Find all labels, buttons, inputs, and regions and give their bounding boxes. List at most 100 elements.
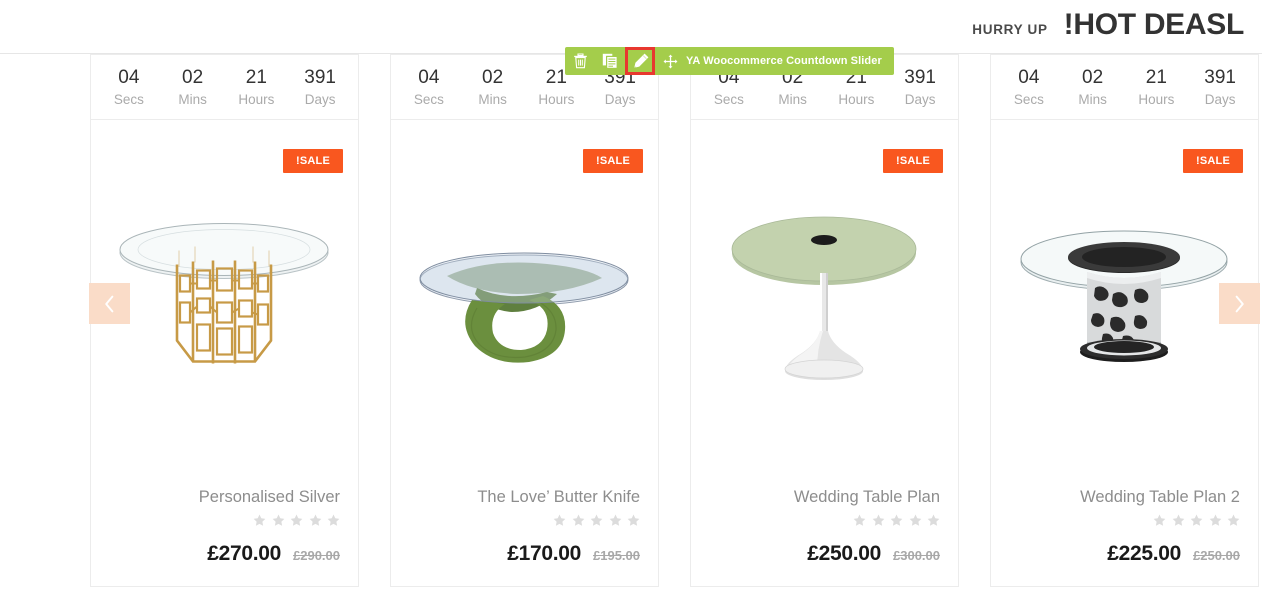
star-icon: [1209, 514, 1221, 527]
rating-stars[interactable]: [109, 514, 340, 528]
current-price: £270.00: [207, 542, 281, 565]
star-icon: [872, 514, 884, 527]
price-row: £170.00 £195.00: [409, 542, 640, 566]
product-title[interactable]: Wedding Table Plan: [709, 486, 940, 508]
price-row: £250.00 £300.00: [709, 542, 940, 566]
trash-icon: [573, 53, 587, 69]
rating-stars[interactable]: [1009, 514, 1240, 528]
star-icon: [1153, 514, 1166, 527]
sale-badge: !SALE: [1183, 149, 1243, 173]
countdown-unit-days: 391 Days: [1189, 66, 1251, 109]
countdown-label: Mins: [1078, 91, 1107, 107]
star-icon: [253, 514, 266, 527]
product-card[interactable]: 04 Secs 02 Mins 21 Hours 391 Days !SALE …: [690, 54, 959, 587]
element-toolbar[interactable]: YA Woocommerce Countdown Slider: [565, 47, 894, 75]
chevron-right-icon: [1235, 295, 1244, 312]
product-card[interactable]: 04 Secs 02 Mins 21 Hours 391 Days !SALE …: [90, 54, 359, 587]
countdown-value: 391: [304, 66, 336, 88]
product-image-area[interactable]: !SALE: [91, 120, 358, 486]
edit-button[interactable]: [625, 47, 655, 75]
countdown-label: Secs: [1013, 91, 1044, 107]
current-price: £170.00: [507, 542, 581, 565]
countdown-unit-secs: 04 Secs: [998, 66, 1060, 109]
star-icon: [572, 514, 584, 527]
countdown-value: 04: [1018, 66, 1040, 88]
star-icon: [272, 514, 284, 527]
countdown-timer: 04 Secs 02 Mins 21 Hours 391 Days: [991, 55, 1258, 120]
star-icon: [590, 514, 603, 527]
countdown-value: 391: [904, 66, 936, 88]
countdown-label: Mins: [778, 91, 807, 107]
countdown-value: 02: [1082, 66, 1104, 88]
countdown-label: Mins: [478, 91, 507, 107]
countdown-timer: 04 Secs 02 Mins 21 Hours 391 Days: [91, 55, 358, 120]
countdown-label: Secs: [413, 91, 444, 107]
sale-badge: !SALE: [583, 149, 643, 173]
product-info: Wedding Table Plan 2 £225.00 £250.00: [991, 486, 1258, 586]
star-icon: [309, 514, 321, 527]
current-price: £250.00: [807, 542, 881, 565]
move-icon: [663, 54, 678, 68]
star-icon: [327, 514, 340, 527]
price-row: £270.00 £290.00: [109, 542, 340, 566]
countdown-value: 02: [482, 66, 504, 88]
star-icon: [609, 514, 621, 527]
product-image-chrome-lattice-table: [991, 228, 1258, 378]
countdown-value: 391: [1204, 66, 1236, 88]
element-label: YA Woocommerce Countdown Slider: [686, 55, 882, 67]
product-image-green-oval-table: [391, 238, 658, 368]
duplicate-button[interactable]: [595, 47, 625, 75]
countdown-unit-secs: 04 Secs: [98, 66, 160, 109]
rating-stars[interactable]: [709, 514, 940, 528]
countdown-label: Hours: [238, 91, 275, 107]
countdown-unit-secs: 04 Secs: [398, 66, 460, 109]
carousel-next-button[interactable]: [1219, 283, 1260, 324]
countdown-label: Days: [1204, 91, 1236, 107]
countdown-label: Days: [904, 91, 936, 107]
product-image-area[interactable]: !SALE: [691, 120, 958, 486]
sale-badge: !SALE: [283, 149, 343, 173]
site-header: HURRY UP !HOT DEASL: [0, 0, 1262, 54]
countdown-value: 02: [182, 66, 204, 88]
product-image-green-pedestal-table: [691, 213, 958, 393]
original-price: £300.00: [893, 548, 940, 563]
original-price: £250.00: [1193, 548, 1240, 563]
chevron-left-icon: [105, 295, 114, 312]
countdown-value: 21: [245, 66, 267, 88]
countdown-value: 04: [418, 66, 440, 88]
countdown-unit-mins: 02 Mins: [1062, 66, 1124, 109]
star-icon: [1172, 514, 1184, 527]
product-image-area[interactable]: !SALE: [991, 120, 1258, 486]
countdown-unit-hours: 21 Hours: [1125, 66, 1187, 109]
countdown-label: Hours: [538, 91, 575, 107]
product-image-area[interactable]: !SALE: [391, 120, 658, 486]
original-price: £195.00: [593, 548, 640, 563]
element-label-group[interactable]: YA Woocommerce Countdown Slider: [655, 47, 894, 75]
sale-badge: !SALE: [883, 149, 943, 173]
product-title[interactable]: Personalised Silver: [109, 486, 340, 508]
star-icon: [909, 514, 921, 527]
star-icon: [927, 514, 940, 527]
countdown-label: Hours: [838, 91, 875, 107]
product-card[interactable]: 04 Secs 02 Mins 21 Hours 391 Days !SALE …: [390, 54, 659, 587]
countdown-unit-mins: 02 Mins: [462, 66, 524, 109]
product-title[interactable]: Wedding Table Plan 2: [1009, 486, 1240, 508]
carousel-prev-button[interactable]: [89, 283, 130, 324]
product-title[interactable]: The Love’ Butter Knife: [409, 486, 640, 508]
countdown-unit-days: 391 Days: [289, 66, 351, 109]
price-row: £225.00 £250.00: [1009, 542, 1240, 566]
current-price: £225.00: [1107, 542, 1181, 565]
original-price: £290.00: [293, 548, 340, 563]
countdown-label: Hours: [1138, 91, 1175, 107]
star-icon: [890, 514, 903, 527]
countdown-value: 04: [118, 66, 140, 88]
rating-stars[interactable]: [409, 514, 640, 528]
star-icon: [1190, 514, 1203, 527]
delete-button[interactable]: [565, 47, 595, 75]
countdown-label: Mins: [178, 91, 207, 107]
product-image-gold-lattice-table: [91, 221, 358, 386]
countdown-label: Secs: [713, 91, 744, 107]
star-icon: [553, 514, 566, 527]
countdown-label: Days: [304, 91, 336, 107]
star-icon: [627, 514, 640, 527]
